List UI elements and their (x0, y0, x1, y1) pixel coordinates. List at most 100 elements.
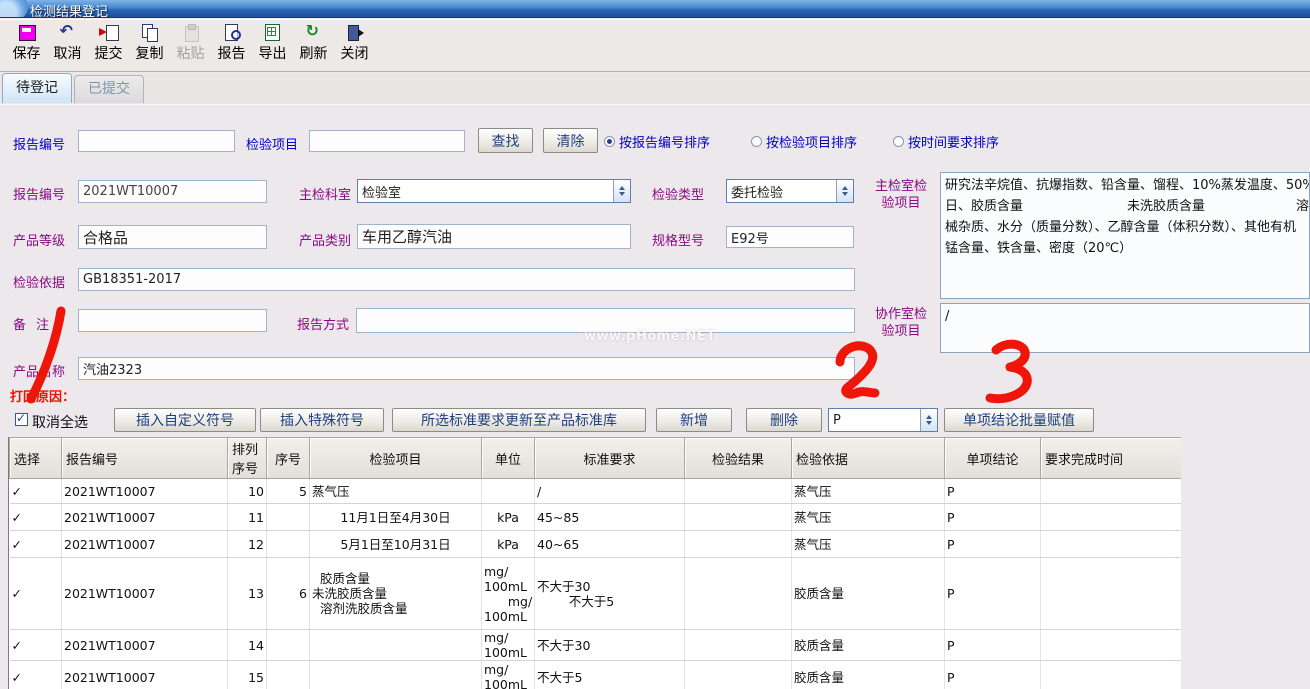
spinner-icon[interactable] (920, 409, 937, 431)
main-dept-value: 检验室 (362, 182, 401, 201)
cell-conclusion: P (945, 531, 1041, 558)
main-items-textarea[interactable]: 研究法辛烷值、抗爆指数、铅含量、馏程、10%蒸发温度、50%蒸 日、胶质含量 未… (940, 172, 1310, 299)
add-button[interactable]: 新增 (656, 408, 732, 432)
export-icon (262, 24, 284, 42)
table-row[interactable]: ✓2021WT10007136 胶质含量 未洗胶质含量 溶剂洗胶质含量mg/ 1… (10, 558, 1182, 630)
cell-report_no: 2021WT10007 (62, 531, 228, 558)
cell-req: 不大于30 不大于5 (535, 558, 685, 630)
cell-check[interactable]: ✓ (10, 479, 62, 504)
batch-assign-button[interactable]: 单项结论批量赋值 (944, 408, 1094, 432)
table-row[interactable]: ✓2021WT1000715mg/ 100mL不大于5胶质含量P (10, 661, 1182, 689)
results-table: 选择报告编号排列 序号序号检验项目单位标准要求检验结果检验依据单项结论要求完成时… (8, 437, 1181, 689)
toolbar-button-取消[interactable]: 取消 (47, 24, 88, 70)
toolbar-button-导出[interactable]: 导出 (252, 24, 293, 70)
cell-basis: 胶质含量 (792, 558, 945, 630)
toolbar-button-报告[interactable]: 报告 (211, 24, 252, 70)
toolbar: 保存取消提交复制粘贴报告导出刷新关闭 (0, 19, 1310, 72)
column-header: 单位 (482, 438, 535, 479)
product-name-input[interactable] (78, 357, 855, 380)
window-title: 检测结果登记 (30, 1, 108, 18)
toolbar-button-提交[interactable]: 提交 (88, 24, 129, 70)
search-report-no-input[interactable] (78, 130, 235, 152)
cell-order_no: 11 (228, 504, 267, 531)
column-header: 排列 序号 (228, 438, 267, 479)
cell-seq (267, 531, 310, 558)
cell-basis: 蒸气压 (792, 479, 945, 504)
toolbar-button-刷新[interactable]: 刷新 (293, 24, 334, 70)
sort-radio-按时间要求排序[interactable]: 按时间要求排序 (893, 132, 999, 151)
toolbar-button-label: 取消 (54, 43, 82, 63)
spinner-icon[interactable] (613, 180, 630, 202)
cell-basis: 胶质含量 (792, 661, 945, 689)
sort-radio-label: 按检验项目排序 (766, 132, 857, 151)
refresh-icon (303, 24, 325, 42)
insert-special-symbol-button[interactable]: 插入特殊符号 (260, 408, 384, 432)
cell-report_no: 2021WT10007 (62, 630, 228, 661)
cell-check[interactable]: ✓ (10, 504, 62, 531)
table-row[interactable]: ✓2021WT1000714mg/ 100mL不大于30胶质含量P (10, 630, 1182, 661)
radio-icon (893, 136, 904, 147)
uncheck-all-label: 取消全选 (32, 412, 88, 432)
main-items-label: 主检室检 验项目 (868, 178, 934, 212)
toolbar-button-关闭[interactable]: 关闭 (334, 24, 375, 70)
grade-input[interactable] (78, 225, 267, 249)
watermark: www.pHome.NET (584, 329, 716, 344)
tab-已提交[interactable]: 已提交 (74, 75, 144, 103)
cell-item: 5月1日至10月31日 (310, 531, 482, 558)
cell-seq (267, 504, 310, 531)
inspect-type-combo[interactable]: 委托检验 (726, 179, 854, 203)
coop-items-textarea[interactable]: / (940, 303, 1310, 353)
cell-unit (482, 479, 535, 504)
tab-待登记[interactable]: 待登记 (2, 73, 72, 103)
sort-radio-按报告编号排序[interactable]: 按报告编号排序 (604, 132, 710, 151)
cell-time (1041, 479, 1182, 504)
table-row[interactable]: ✓2021WT10007125月1日至10月31日kPa40~65蒸气压P (10, 531, 1182, 558)
cell-basis: 蒸气压 (792, 531, 945, 558)
spinner-icon[interactable] (836, 180, 853, 202)
basis-input[interactable] (78, 268, 855, 291)
cell-unit: mg/ 100mL mg/ 100mL (482, 558, 535, 630)
conclusion-combo[interactable]: P (828, 408, 938, 432)
update-standard-button[interactable]: 所选标准要求更新至产品标准库 (392, 408, 646, 432)
undo-icon (57, 24, 79, 42)
cell-check[interactable]: ✓ (10, 661, 62, 689)
report-no-input[interactable] (78, 180, 267, 203)
sort-radio-按检验项目排序[interactable]: 按检验项目排序 (751, 132, 857, 151)
toolbar-button-保存[interactable]: 保存 (6, 24, 47, 70)
delete-button[interactable]: 删除 (746, 408, 822, 432)
uncheck-all-checkbox[interactable] (15, 413, 28, 426)
submit-icon (98, 24, 120, 42)
search-item-input[interactable] (309, 130, 465, 152)
cell-order_no: 15 (228, 661, 267, 689)
main-dept-combo[interactable]: 检验室 (357, 179, 631, 203)
cell-basis: 蒸气压 (792, 504, 945, 531)
category-input[interactable] (357, 224, 631, 249)
cell-req: 不大于5 (535, 661, 685, 689)
cell-item (310, 630, 482, 661)
cell-time (1041, 630, 1182, 661)
conclusion-combo-value: P (833, 413, 841, 428)
column-header: 单项结论 (945, 438, 1041, 479)
toolbar-button-label: 报告 (218, 43, 246, 63)
insert-custom-symbol-button[interactable]: 插入自定义符号 (114, 408, 256, 432)
toolbar-button-复制[interactable]: 复制 (129, 24, 170, 70)
table-row[interactable]: ✓2021WT10007105蒸气压/蒸气压P (10, 479, 1182, 504)
spec-input[interactable] (726, 226, 854, 248)
cell-unit: kPa (482, 504, 535, 531)
paste-icon (180, 24, 202, 42)
cell-order_no: 12 (228, 531, 267, 558)
cell-check[interactable]: ✓ (10, 630, 62, 661)
cell-item: 胶质含量 未洗胶质含量 溶剂洗胶质含量 (310, 558, 482, 630)
cell-result (685, 479, 792, 504)
close-icon (344, 24, 366, 42)
cell-check[interactable]: ✓ (10, 558, 62, 630)
column-header: 标准要求 (535, 438, 685, 479)
cell-time (1041, 531, 1182, 558)
clear-button[interactable]: 清除 (543, 128, 598, 153)
cell-check[interactable]: ✓ (10, 531, 62, 558)
tab-strip: 待登记已提交 (0, 73, 1310, 104)
cell-conclusion: P (945, 479, 1041, 504)
table-row[interactable]: ✓2021WT100071111月1日至4月30日kPa45~85蒸气压P (10, 504, 1182, 531)
remark-input[interactable] (78, 309, 267, 332)
find-button[interactable]: 查找 (478, 128, 533, 153)
